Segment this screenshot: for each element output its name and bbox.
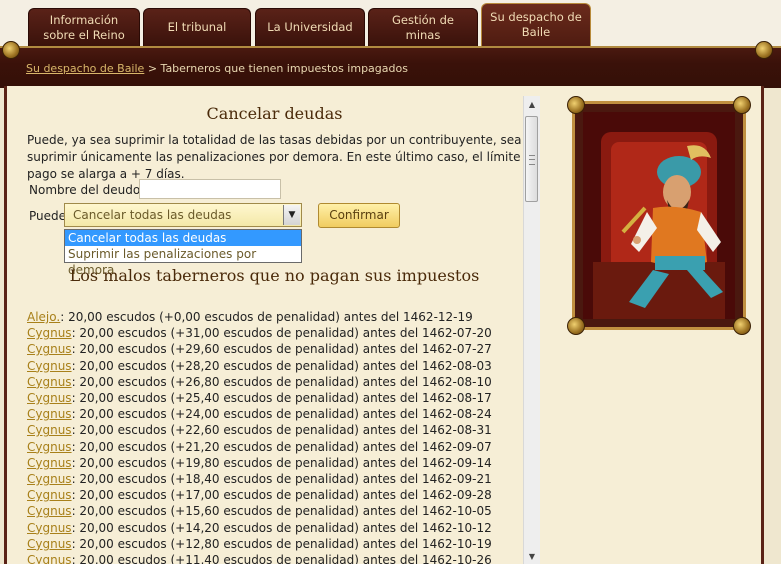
debtor-link[interactable]: Cygnus	[27, 326, 72, 340]
list-item: Cygnus: 20,00 escudos (+29,60 escudos de…	[27, 341, 492, 357]
debt-text: : 20,00 escudos (+0,00 escudos de penali…	[60, 310, 473, 324]
rivet-icon	[733, 317, 751, 335]
tab-informacion-reino[interactable]: Información sobre el Reino	[28, 8, 140, 46]
action-dropdown: Cancelar todas las deudas Suprimir las p…	[64, 229, 302, 277]
option-remove-penalties[interactable]: Suprimir las penalizaciones por demora	[65, 246, 301, 277]
debt-text: : 20,00 escudos (+11,40 escudos de penal…	[71, 553, 492, 564]
debtor-link[interactable]: Cygnus	[27, 488, 72, 502]
list-item: Cygnus: 20,00 escudos (+26,80 escudos de…	[27, 374, 492, 390]
debtor-link[interactable]: Cygnus	[27, 472, 72, 486]
debt-text: : 20,00 escudos (+19,80 escudos de penal…	[71, 455, 492, 470]
list-item: Cygnus: 20,00 escudos (+11,40 escudos de…	[27, 552, 492, 564]
debtor-link[interactable]: Cygnus	[27, 391, 72, 405]
list-item: Alejo.: 20,00 escudos (+0,00 escudos de …	[27, 309, 492, 325]
chevron-down-icon[interactable]: ▼	[283, 205, 300, 225]
arrow-down-icon[interactable]: ▼	[524, 548, 540, 564]
rivet-icon	[733, 96, 751, 114]
breadcrumb: Su despacho de Baile > Taberneros que ti…	[26, 62, 408, 75]
debt-text: : 20,00 escudos (+31,00 escudos de penal…	[71, 326, 492, 341]
cancel-description: Puede, ya sea suprimir la totalidad de l…	[27, 133, 522, 181]
content-area: Cancelar deudas Puede, ya sea suprimir l…	[27, 96, 522, 564]
content-scrollbar[interactable]: ▲ ▼	[523, 96, 540, 564]
rivet-icon	[755, 41, 773, 59]
rivet-icon	[567, 96, 585, 114]
grip-icon	[529, 155, 535, 165]
breadcrumb-current: > Taberneros que tienen impuestos impaga…	[147, 62, 408, 75]
debtor-link[interactable]: Cygnus	[27, 423, 72, 437]
tab-tribunal[interactable]: El tribunal	[143, 8, 251, 46]
scrollbar-thumb[interactable]	[525, 116, 538, 202]
list-item: Cygnus: 20,00 escudos (+15,60 escudos de…	[27, 503, 492, 519]
debt-text: : 20,00 escudos (+22,60 escudos de penal…	[71, 423, 492, 438]
debt-text: : 20,00 escudos (+14,20 escudos de penal…	[71, 520, 492, 535]
debtor-list: Alejo.: 20,00 escudos (+0,00 escudos de …	[27, 309, 492, 564]
debtor-link[interactable]: Cygnus	[27, 553, 72, 564]
debtor-link[interactable]: Cygnus	[27, 375, 72, 389]
debtor-link[interactable]: Cygnus	[27, 407, 72, 421]
debt-text: : 20,00 escudos (+21,20 escudos de penal…	[71, 439, 492, 454]
baile-portrait	[567, 96, 751, 335]
debt-text: : 20,00 escudos (+12,80 escudos de penal…	[71, 536, 492, 551]
seated-official-illustration	[583, 112, 735, 319]
cancel-title: Cancelar deudas	[206, 104, 343, 123]
debt-text: : 20,00 escudos (+15,60 escudos de penal…	[71, 504, 492, 519]
debt-text: : 20,00 escudos (+25,40 escudos de penal…	[71, 391, 492, 406]
debt-text: : 20,00 escudos (+29,60 escudos de penal…	[71, 342, 492, 357]
debtor-link[interactable]: Cygnus	[27, 342, 72, 356]
tab-universidad[interactable]: La Universidad	[255, 8, 365, 46]
debtor-link[interactable]: Cygnus	[27, 537, 72, 551]
debt-text: : 20,00 escudos (+17,00 escudos de penal…	[71, 488, 492, 503]
list-item: Cygnus: 20,00 escudos (+25,40 escudos de…	[27, 390, 492, 406]
action-select-value: Cancelar todas las deudas	[73, 208, 232, 222]
list-item: Cygnus: 20,00 escudos (+31,00 escudos de…	[27, 325, 492, 341]
rivet-icon	[567, 317, 585, 335]
debtor-link[interactable]: Alejo.	[27, 310, 60, 324]
breadcrumb-link[interactable]: Su despacho de Baile	[26, 62, 144, 75]
debtor-name-input[interactable]	[139, 179, 281, 199]
debt-text: : 20,00 escudos (+24,00 escudos de penal…	[71, 407, 492, 422]
debtor-link[interactable]: Cygnus	[27, 456, 72, 470]
list-item: Cygnus: 20,00 escudos (+18,40 escudos de…	[27, 471, 492, 487]
list-item: Cygnus: 20,00 escudos (+14,20 escudos de…	[27, 520, 492, 536]
tab-gestion-minas[interactable]: Gestión de minas	[368, 8, 478, 46]
list-item: Cygnus: 20,00 escudos (+19,80 escudos de…	[27, 455, 492, 471]
confirm-button[interactable]: Confirmar	[318, 203, 400, 228]
list-item: Cygnus: 20,00 escudos (+21,20 escudos de…	[27, 439, 492, 455]
list-item: Cygnus: 20,00 escudos (+28,20 escudos de…	[27, 358, 492, 374]
list-item: Cygnus: 20,00 escudos (+22,60 escudos de…	[27, 422, 492, 438]
action-label: Puede	[29, 209, 67, 223]
action-select[interactable]: Cancelar todas las deudas ▼	[64, 203, 302, 227]
list-item: Cygnus: 20,00 escudos (+17,00 escudos de…	[27, 487, 492, 503]
arrow-up-icon[interactable]: ▲	[524, 96, 540, 112]
list-title: Los malos taberneros que no pagan sus im…	[69, 266, 480, 285]
rivet-icon	[2, 41, 20, 59]
list-item: Cygnus: 20,00 escudos (+12,80 escudos de…	[27, 536, 492, 552]
option-cancel-all[interactable]: Cancelar todas las deudas	[65, 230, 301, 246]
debtor-link[interactable]: Cygnus	[27, 359, 72, 373]
debtor-link[interactable]: Cygnus	[27, 521, 72, 535]
debtor-link[interactable]: Cygnus	[27, 440, 72, 454]
list-item: Cygnus: 20,00 escudos (+24,00 escudos de…	[27, 406, 492, 422]
debt-text: : 20,00 escudos (+18,40 escudos de penal…	[71, 472, 492, 487]
debtor-label: Nombre del deudor:	[29, 183, 149, 197]
portrait-image	[583, 112, 735, 319]
debt-text: : 20,00 escudos (+28,20 escudos de penal…	[71, 358, 492, 373]
debtor-link[interactable]: Cygnus	[27, 504, 72, 518]
debt-text: : 20,00 escudos (+26,80 escudos de penal…	[71, 374, 492, 389]
